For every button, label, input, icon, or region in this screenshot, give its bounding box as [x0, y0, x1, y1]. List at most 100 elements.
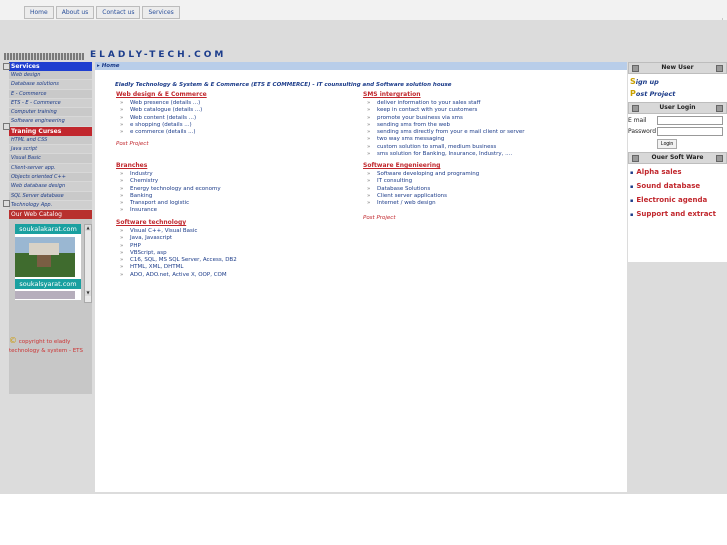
breadcrumb-home-link[interactable]: Home [102, 63, 120, 69]
post-project-link[interactable]: Post Project [363, 215, 618, 221]
catalog-scrollbar[interactable]: ▲ ▼ [84, 224, 92, 304]
softtech-section: Software technology Visual C++, Visual B… [116, 219, 356, 279]
password-label: Password [628, 128, 657, 135]
branches-section: Branches Industry Chemistry Energy techn… [116, 162, 356, 215]
main-content: ▸ Home Eladly Technology & System & E Co… [95, 62, 627, 492]
post-project-link-right[interactable]: Post Project [630, 88, 727, 100]
sidebar-item-technology-app[interactable]: Technology App. [9, 200, 92, 211]
list-item[interactable]: e commerce (details ...) [116, 129, 356, 137]
sidebar-item-e-commerce[interactable]: E - Commerce [9, 89, 92, 99]
company-tagline: Eladly Technology & System & E Commerce … [115, 82, 452, 88]
page-footer-area [0, 494, 727, 545]
nav-services-link[interactable]: Services [142, 6, 180, 19]
signup-link[interactable]: Sign up [630, 76, 727, 88]
house-door [37, 255, 51, 268]
training-header: Traning Curses [9, 126, 92, 136]
branches-heading[interactable]: Branches [116, 162, 356, 169]
list-item[interactable]: Web presence (details ...) [116, 100, 356, 108]
training-toggle-icon[interactable] [3, 123, 10, 130]
catalog-header: Our Web Catalog [9, 210, 92, 220]
list-item: Insurance [116, 207, 356, 215]
catalog-link-soukalsyarat[interactable]: soukalsyarat.com [15, 279, 81, 290]
sidebar-item-java-script[interactable]: Java script [9, 145, 92, 155]
scroll-up-icon[interactable]: ▲ [85, 225, 91, 232]
sidebar-item-web-design[interactable]: Web design [9, 71, 92, 81]
catalog-house-image[interactable] [15, 237, 75, 278]
list-item: Chemistry [116, 178, 356, 186]
bullet-icon: ▪ [630, 198, 634, 204]
list-item: two way sms messaging [363, 136, 618, 144]
nav-home-link[interactable]: Home [24, 6, 54, 19]
list-item: Visual C++, Visual Basic [116, 228, 356, 236]
post-text: ost Project [635, 90, 676, 98]
sidebar-item-visual-basic[interactable]: Visual Basic [9, 154, 92, 164]
login-button[interactable]: Login [657, 139, 677, 149]
top-nav: Home About us Contact us Services [24, 6, 180, 19]
catalog-viewport: soukalakarat.com soukalsyarat.com [15, 224, 81, 301]
software-link-sound-database[interactable]: ▪ Sound database [630, 180, 727, 194]
sidebar-item-oop-cpp[interactable]: Objects oriented C++ [9, 172, 92, 183]
list-item: Transport and logistic [116, 200, 356, 208]
sidebar-item-sql-server[interactable]: SQL Server database [9, 191, 92, 201]
list-item: ADO, ADO.net, Active X, OOP, COM [116, 272, 356, 280]
copyright-icon: © [9, 336, 17, 345]
scroll-down-icon[interactable]: ▼ [85, 290, 91, 297]
web-catalog: soukalakarat.com soukalsyarat.com ▲ ▼ [9, 219, 92, 304]
sidebar-item-client-server[interactable]: Client-server app. [9, 163, 92, 173]
list-item: Banking [116, 193, 356, 201]
list-item[interactable]: Web content (details ...) [116, 115, 356, 123]
box-icon [716, 155, 723, 162]
software-link-electronic-agenda[interactable]: ▪ Electronic agenda [630, 194, 727, 208]
list-item[interactable]: Web catalogue (details ...) [116, 107, 356, 115]
list-item: VBScript, asp [116, 250, 356, 258]
services-toggle-icon[interactable] [3, 63, 10, 70]
email-label: E mail [628, 117, 647, 124]
sidebar-item-web-database[interactable]: Web database design [9, 182, 92, 192]
webdesign-heading[interactable]: Web design & E Commerce [116, 91, 356, 98]
box-icon [632, 65, 639, 72]
services-header: Services [9, 62, 92, 71]
list-item: Java, Javascript [116, 235, 356, 243]
box-icon [716, 105, 723, 112]
sidebar-item-computer-training[interactable]: Computer training [9, 108, 92, 118]
list-item: promote your business via sms [363, 115, 618, 123]
email-field[interactable] [657, 116, 723, 125]
software-title: Ouer Soft Ware [651, 154, 704, 161]
post-project-link[interactable]: Post Project [116, 141, 356, 147]
list-item: sending sms directly from your e mail cl… [363, 129, 618, 137]
catalog-link-soukalakarat[interactable]: soukalakarat.com [15, 224, 81, 235]
catalog-next-image [15, 291, 75, 300]
sidebar-item-html-css[interactable]: HTML and CSS [9, 135, 92, 146]
copyright-notice: © copyright to eladly technology & syste… [9, 336, 92, 356]
software-link-label: Electronic agenda [636, 196, 708, 204]
sidebar-item-database-solutions[interactable]: Database solutions [9, 80, 92, 90]
softtech-heading[interactable]: Software technology [116, 219, 356, 226]
software-link-support-extract[interactable]: ▪ Support and extract [630, 208, 727, 222]
software-link-label: Support and extract [636, 210, 716, 218]
webdesign-section: Web design & E Commerce Web presence (de… [116, 91, 356, 147]
nav-about-link[interactable]: About us [55, 6, 95, 19]
sidebar-item-ets-e-commerce[interactable]: ETS - E - Commerce [9, 98, 92, 109]
nav-contact-link[interactable]: Contact us [96, 6, 141, 19]
user-login-header: User Login [628, 102, 727, 114]
breadcrumb: ▸ Home [95, 62, 627, 70]
list-item: IT consulting [363, 178, 618, 186]
list-item[interactable]: e shopping (details ...) [116, 122, 356, 130]
password-field[interactable] [657, 127, 723, 136]
catalog-toggle-icon[interactable] [3, 200, 10, 207]
training-list: HTML and CSS Java script Visual Basic Cl… [9, 135, 92, 211]
sidebar-item-software-engineering[interactable]: Software engineering [9, 117, 92, 127]
password-row: Password [628, 127, 727, 136]
list-item: sms solution for Banking, Insurance, Ind… [363, 151, 618, 159]
bullet-icon: ▪ [630, 170, 634, 176]
list-item: Internet / web design [363, 200, 618, 208]
software-link-alpha-sales[interactable]: ▪ Alpha sales [630, 166, 727, 180]
softeng-heading[interactable]: Software Engenieering [363, 162, 618, 169]
signup-text: ign up [635, 78, 659, 86]
user-login-title: User Login [659, 104, 696, 111]
right-sidebar: New User Sign up Post Project User Login… [628, 62, 727, 262]
list-item: Industry [116, 171, 356, 179]
sms-heading[interactable]: SMS intergration [363, 91, 618, 98]
box-icon [632, 155, 639, 162]
list-item: sending sms from the web [363, 122, 618, 130]
